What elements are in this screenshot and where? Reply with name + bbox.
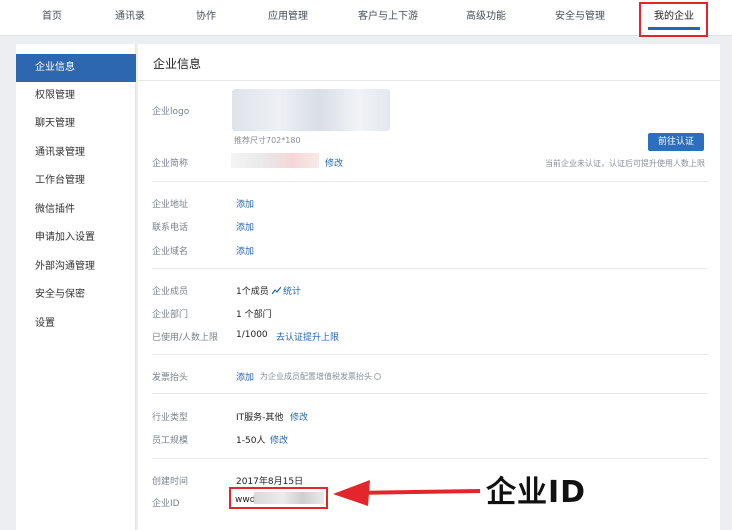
sidebar-item-chat-management[interactable]: 聊天管理 [16,110,136,138]
section-divider [152,268,708,269]
enterprise-info-panel: 企业信息 企业logo 推荐尺寸702*180 企业简称 修改 前往认证 当前企… [138,44,720,530]
enterprise-logo-image[interactable] [232,89,390,131]
address-label: 企业地址 [152,200,189,210]
domain-add-link[interactable]: 添加 [236,244,254,257]
sidebar-item-workbench[interactable]: 工作台管理 [16,167,136,195]
page-title: 企业信息 [153,57,202,71]
nav-security-management[interactable]: 安全与管理 [548,0,612,36]
info-icon[interactable] [374,373,381,380]
section-divider [152,181,708,182]
top-nav: 首页 通讯录 协作 应用管理 客户与上下游 高级功能 安全与管理 我的企业 [0,0,732,36]
short-name-label: 企业简称 [152,159,189,169]
invoice-add-link[interactable]: 添加 [236,370,254,383]
domain-label: 企业域名 [152,247,189,257]
sidebar-item-external-communication[interactable]: 外部沟通管理 [16,253,136,281]
nav-customers-partners[interactable]: 客户与上下游 [350,0,426,36]
sidebar-item-contacts-management[interactable]: 通讯录管理 [16,139,136,167]
members-stats-label: 统计 [283,287,302,297]
nav-app-management[interactable]: 应用管理 [258,0,318,36]
sidebar-item-permissions[interactable]: 权限管理 [16,82,136,110]
short-name-edit-link[interactable]: 修改 [325,156,343,169]
sidebar-item-enterprise-info[interactable]: 企业信息 [16,54,136,82]
usage-label: 已使用/人数上限 [152,333,219,343]
highlight-box-corp-id [229,487,328,509]
usage-value: 1/1000 [236,330,268,340]
logo-label: 企业logo [152,107,190,117]
section-divider [152,393,708,394]
sidebar: 企业信息 权限管理 聊天管理 通讯录管理 工作台管理 微信插件 申请加入设置 外… [16,44,136,530]
members-value: 1个成员 [236,287,269,297]
industry-edit-link[interactable]: 修改 [290,410,308,423]
phone-add-link[interactable]: 添加 [236,220,254,233]
title-divider [138,80,720,81]
nav-collaboration[interactable]: 协作 [184,0,228,36]
corp-id-label: 企业ID [152,499,180,509]
usage-upgrade-link[interactable]: 去认证提升上限 [276,330,339,343]
logo-size-hint: 推荐尺寸702*180 [234,136,301,145]
highlight-box-my-enterprise [639,2,708,37]
sidebar-item-settings[interactable]: 设置 [16,310,136,338]
section-divider [152,458,708,459]
phone-label: 联系电话 [152,223,189,233]
chart-icon [272,286,281,295]
short-name-value-redacted [231,153,319,168]
annotation-label: 企业ID [486,475,587,510]
scale-value: 1-50人 [236,436,266,446]
scale-edit-link[interactable]: 修改 [270,433,288,446]
sidebar-item-join-settings[interactable]: 申请加入设置 [16,224,136,252]
scale-label: 员工规模 [152,436,189,446]
section-divider [152,354,708,355]
address-add-link[interactable]: 添加 [236,197,254,210]
nav-advanced[interactable]: 高级功能 [458,0,514,36]
verify-hint: 当前企业未认证，认证后可提升使用人数上限 [545,159,705,168]
verify-button[interactable]: 前往认证 [648,133,704,151]
members-label: 企业成员 [152,287,189,297]
sidebar-item-security-privacy[interactable]: 安全与保密 [16,281,136,309]
invoice-hint-text: 为企业成员配置增值税发票抬头 [260,372,372,381]
nav-home[interactable]: 首页 [30,0,74,36]
sidebar-item-wechat-plugin[interactable]: 微信插件 [16,196,136,224]
departments-label: 企业部门 [152,310,189,320]
nav-contacts[interactable]: 通讯录 [104,0,156,36]
invoice-hint: 为企业成员配置增值税发票抬头 [260,371,381,382]
departments-value: 1 个部门 [236,310,272,320]
members-stats-link[interactable]: 统计 [272,284,301,297]
invoice-label: 发票抬头 [152,373,189,383]
industry-value: IT服务-其他 [236,413,284,423]
created-value: 2017年8月15日 [236,477,304,487]
industry-label: 行业类型 [152,413,189,423]
created-label: 创建时间 [152,477,189,487]
